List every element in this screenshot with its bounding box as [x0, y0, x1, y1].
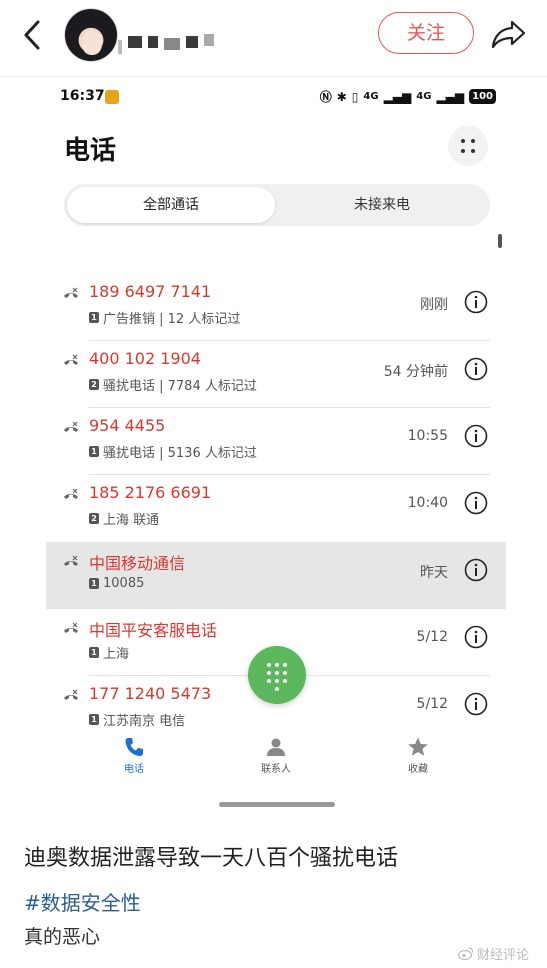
- call-number: 185 2176 6691: [89, 483, 212, 502]
- call-row[interactable]: 185 2176 6691 2 上海 联通 10:40: [46, 475, 506, 542]
- call-detail-text: 上海: [103, 647, 130, 662]
- status-bar: 16:37 Ⓝ ✱ ▯ 4G ▂▄▆ 4G ▂▄▆ 100: [60, 88, 496, 108]
- call-time: 5/12: [416, 696, 448, 712]
- call-detail-text: 广告推销 | 12 人标记过: [103, 312, 241, 327]
- incoming-call-icon: [64, 689, 78, 700]
- call-time: 10:55: [407, 428, 448, 444]
- incoming-call-icon: [64, 421, 78, 432]
- page-title: 电话: [64, 136, 117, 166]
- call-row[interactable]: 954 4455 1 骚扰电话 | 5136 人标记过 10:55: [46, 408, 506, 475]
- weibo-logo-icon: [458, 947, 474, 960]
- info-icon[interactable]: [464, 625, 488, 649]
- call-time: 昨天: [420, 565, 448, 581]
- source-watermark: 财经评论: [458, 944, 529, 963]
- nav-label: 联系人: [261, 764, 291, 775]
- call-detail: 1 广告推销 | 12 人标记过: [89, 308, 240, 327]
- call-detail: 1 上海: [89, 643, 129, 662]
- call-row[interactable]: 400 102 1904 2 骚扰电话 | 7784 人标记过 54 分钟前: [46, 341, 506, 408]
- bluetooth-icon: ✱: [336, 89, 347, 104]
- contacts-icon: [267, 738, 285, 756]
- incoming-call-icon: [64, 488, 78, 499]
- sim-icon: 1: [89, 714, 99, 725]
- post-header: 关注: [0, 0, 547, 72]
- incoming-call-icon: [64, 555, 78, 566]
- post-title: 迪奥数据泄露导致一天八百个骚扰电话: [24, 846, 399, 871]
- tab-missed-calls[interactable]: 未接来电: [278, 187, 486, 223]
- sim-icon: 1: [89, 446, 99, 457]
- nav-phone[interactable]: 电话: [94, 734, 174, 775]
- bottom-nav: 电话 联系人 收藏: [46, 734, 506, 784]
- sim-icon: 1: [89, 647, 99, 658]
- scrollbar[interactable]: [498, 234, 502, 248]
- call-number: 189 6497 7141: [89, 282, 212, 301]
- follow-button[interactable]: 关注: [378, 12, 474, 54]
- watermark-text: 财经评论: [477, 948, 530, 963]
- call-row[interactable]: 中国移动通信 1 10085 昨天: [46, 542, 506, 609]
- dialpad-button[interactable]: [248, 646, 306, 704]
- author-name-redacted[interactable]: [118, 30, 220, 54]
- sim-icon: 2: [89, 379, 99, 390]
- incoming-call-icon: [64, 287, 78, 298]
- call-number: 中国平安客服电话: [89, 621, 218, 640]
- call-number: 177 1240 5473: [89, 684, 212, 703]
- home-indicator: [219, 802, 335, 807]
- nav-contacts[interactable]: 联系人: [236, 734, 316, 775]
- info-icon[interactable]: [464, 357, 488, 381]
- nav-favorites[interactable]: 收藏: [378, 734, 458, 775]
- call-time: 刚刚: [420, 297, 448, 313]
- call-time: 54 分钟前: [383, 364, 448, 380]
- call-time: 5/12: [416, 629, 448, 645]
- more-options-button[interactable]: [448, 126, 488, 166]
- header-divider: [0, 76, 547, 77]
- info-icon[interactable]: [464, 290, 488, 314]
- call-detail: 2 上海 联通: [89, 509, 159, 528]
- call-detail: 1 10085: [89, 576, 144, 591]
- phone-screenshot: 16:37 Ⓝ ✱ ▯ 4G ▂▄▆ 4G ▂▄▆ 100 电话 全部通话 未接…: [46, 78, 506, 818]
- call-detail: 2 骚扰电话 | 7784 人标记过: [89, 375, 257, 394]
- tab-all-calls[interactable]: 全部通话: [67, 187, 275, 223]
- phone-icon: [125, 738, 143, 756]
- sim-icon: 2: [89, 513, 99, 524]
- incoming-call-icon: [64, 622, 78, 633]
- incoming-call-icon: [64, 354, 78, 365]
- signal-bars-icon: ▂▄▆: [383, 89, 412, 104]
- call-filter-tabs: 全部通话 未接来电: [64, 184, 490, 226]
- call-time: 10:40: [407, 495, 448, 511]
- back-arrow-icon[interactable]: [18, 18, 46, 52]
- post-hashtag-link[interactable]: #数据安全性: [24, 887, 141, 916]
- call-row[interactable]: 189 6497 7141 1 广告推销 | 12 人标记过 刚刚: [46, 274, 506, 341]
- star-icon: [408, 737, 428, 756]
- call-detail-text: 上海 联通: [103, 513, 160, 528]
- call-number: 954 4455: [89, 416, 166, 435]
- call-detail-text: 江苏南京 电信: [103, 714, 186, 729]
- signal-bars-2-icon: ▂▄▆: [436, 89, 465, 104]
- sim-icon: 1: [89, 578, 99, 589]
- call-detail-text: 骚扰电话 | 5136 人标记过: [103, 446, 257, 461]
- share-icon[interactable]: [490, 18, 526, 50]
- vibrate-icon: ▯: [351, 89, 359, 104]
- status-icons: Ⓝ ✱ ▯ 4G ▂▄▆ 4G ▂▄▆ 100: [320, 88, 496, 105]
- info-icon[interactable]: [464, 491, 488, 515]
- sim-icon: 1: [89, 312, 99, 323]
- battery-level: 100: [469, 89, 496, 104]
- call-number: 400 102 1904: [89, 349, 201, 368]
- info-icon[interactable]: [464, 692, 488, 716]
- status-time: 16:37: [60, 88, 105, 104]
- call-detail-text: 10085: [103, 576, 145, 591]
- signal-2: 4G: [416, 91, 432, 102]
- app-notification-icon: [105, 90, 119, 104]
- avatar-face: [82, 31, 102, 55]
- call-detail: 1 骚扰电话 | 5136 人标记过: [89, 442, 257, 461]
- call-number: 中国移动通信: [89, 554, 186, 573]
- info-icon[interactable]: [464, 424, 488, 448]
- author-avatar[interactable]: [64, 8, 118, 62]
- info-icon[interactable]: [464, 558, 488, 582]
- nfc-icon: Ⓝ: [319, 90, 332, 104]
- call-detail: 1 江苏南京 电信: [89, 710, 185, 729]
- signal-1: 4G: [363, 91, 379, 102]
- post-body: 真的恶心: [24, 926, 101, 948]
- nav-label: 电话: [124, 764, 144, 775]
- nav-label: 收藏: [408, 764, 428, 775]
- call-detail-text: 骚扰电话 | 7784 人标记过: [103, 379, 257, 394]
